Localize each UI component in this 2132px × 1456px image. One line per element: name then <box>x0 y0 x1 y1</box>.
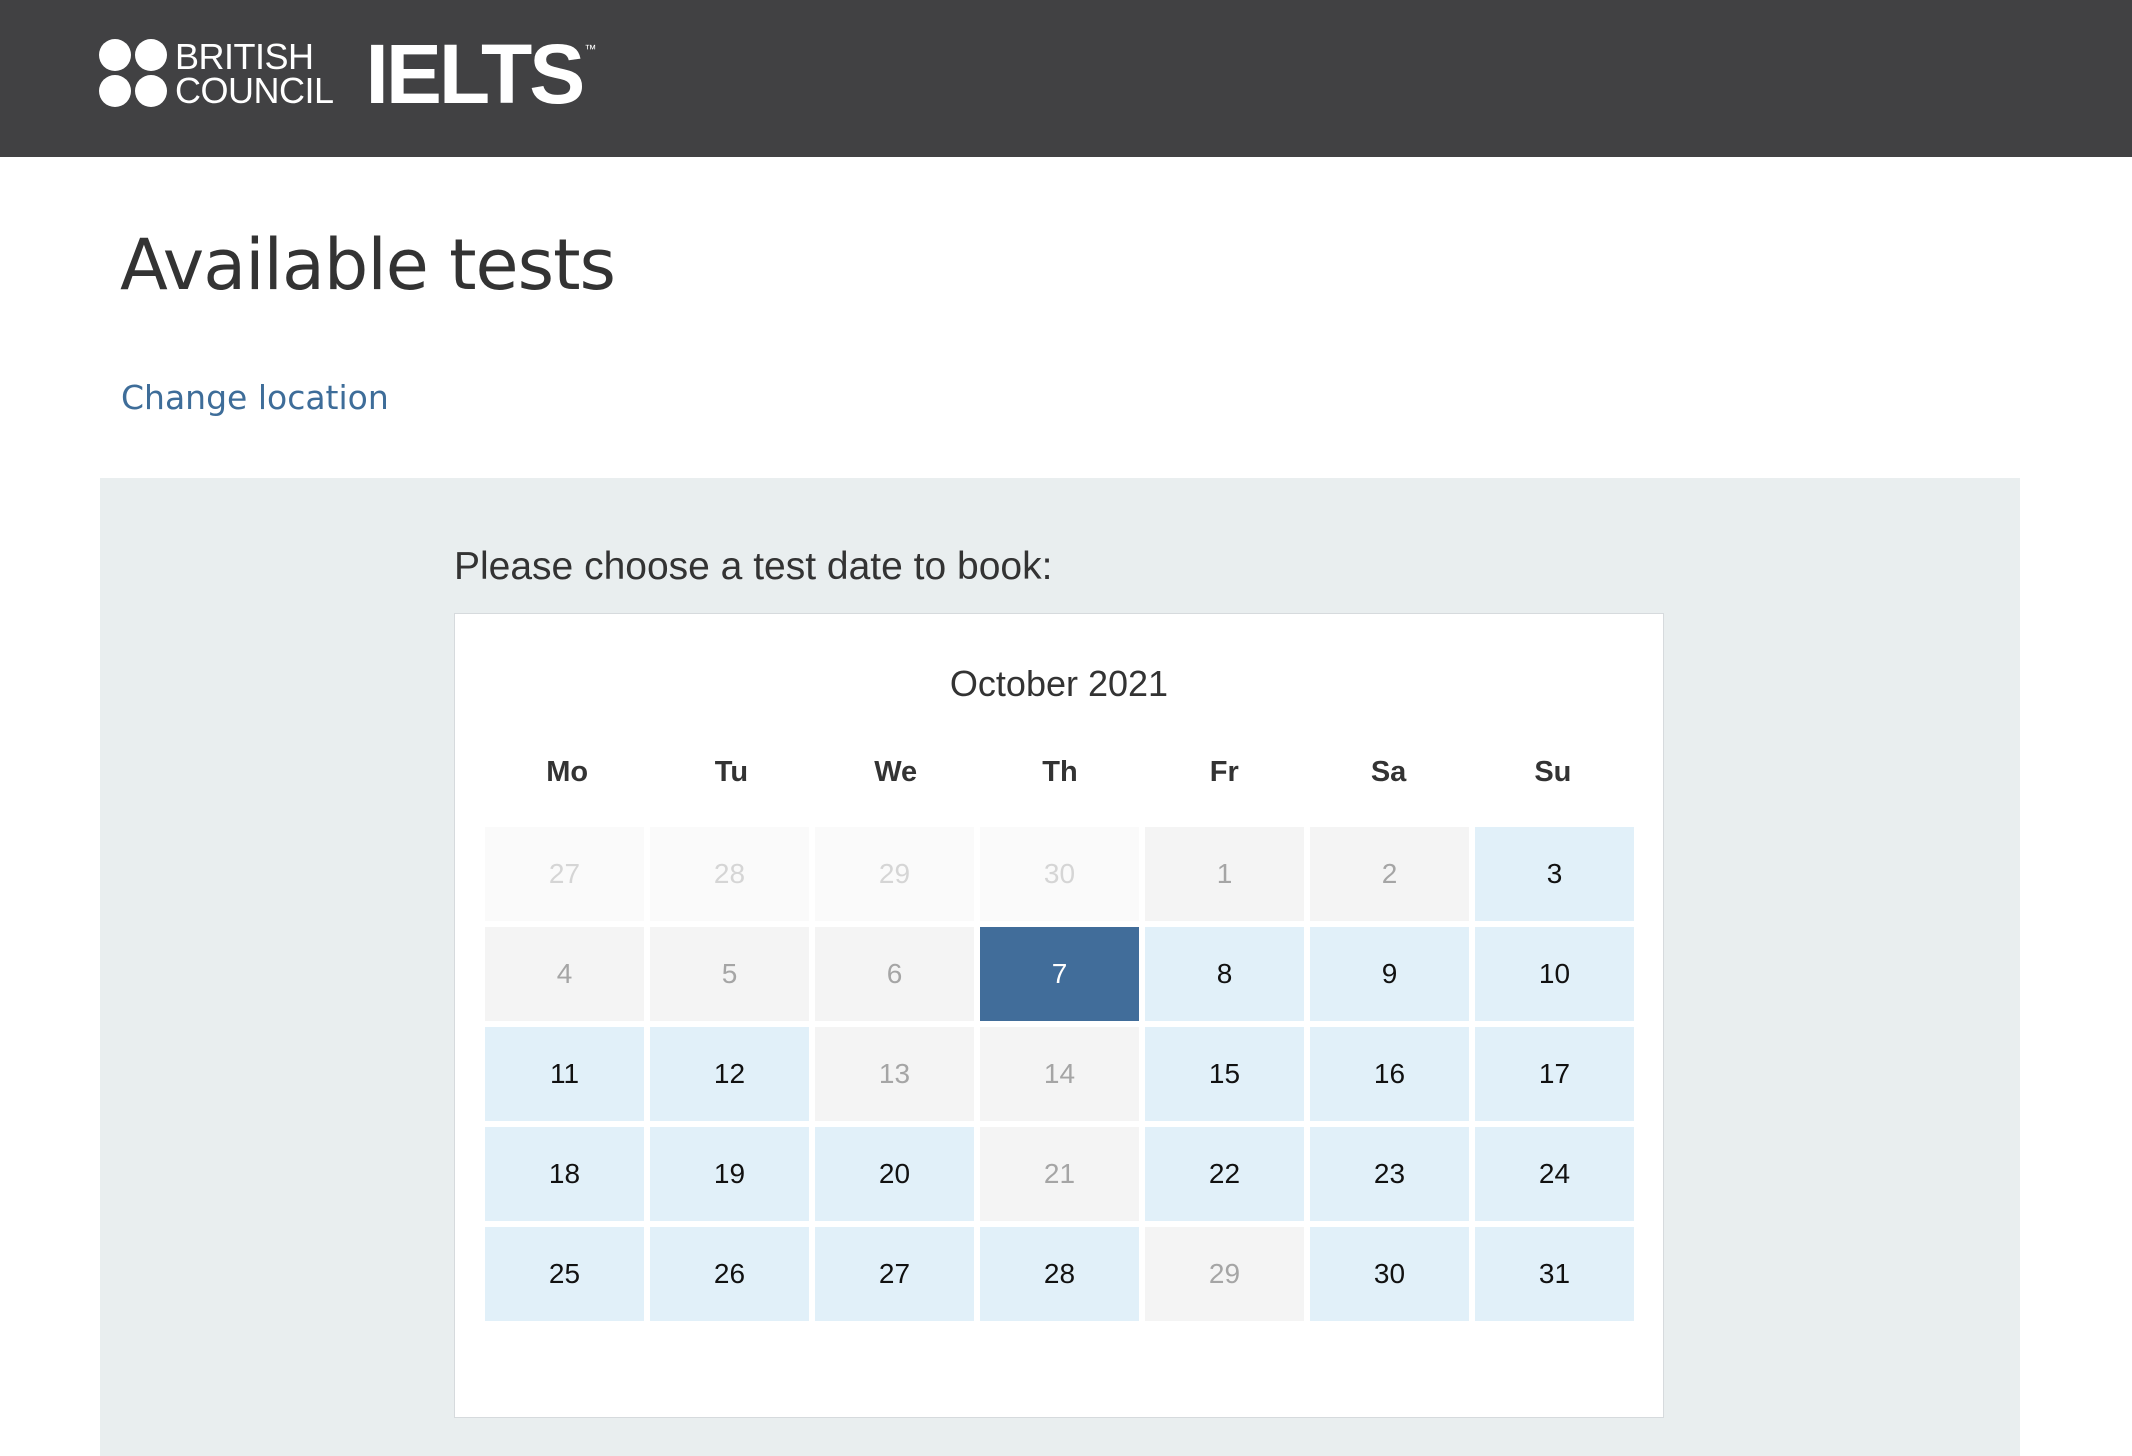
weekday-header-row: Mo Tu We Th Fr Sa Su <box>485 754 1635 790</box>
calendar-day-grid: 27 28 29 30 1 2 3 4 5 6 7 8 9 10 11 12 13 14 15 16 17 18 19 20 2… <box>485 827 1636 1321</box>
trademark-symbol: ™ <box>584 42 597 56</box>
calendar-day-available[interactable]: 15 <box>1145 1027 1304 1121</box>
calendar-day-unavailable: 14 <box>980 1027 1139 1121</box>
calendar-day-other: 28 <box>650 827 809 921</box>
calendar-day-available[interactable]: 8 <box>1145 927 1304 1021</box>
brand-line-1: BRITISH <box>175 36 314 77</box>
calendar-day-unavailable: 2 <box>1310 827 1469 921</box>
brand-line-2: COUNCIL <box>175 70 334 111</box>
calendar-day-available[interactable]: 9 <box>1310 927 1469 1021</box>
calendar-day-available[interactable]: 3 <box>1475 827 1634 921</box>
calendar-month-label: October 2021 <box>949 663 1169 704</box>
calendar-day-unavailable: 29 <box>1145 1227 1304 1321</box>
calendar-day-other: 30 <box>980 827 1139 921</box>
calendar-day-available[interactable]: 28 <box>980 1227 1139 1321</box>
calendar-day-available[interactable]: 30 <box>1310 1227 1469 1321</box>
site-header: BRITISH COUNCIL IELTS ™ <box>0 0 2132 157</box>
calendar-day-other: 29 <box>815 827 974 921</box>
calendar-day-available[interactable]: 10 <box>1475 927 1634 1021</box>
ielts-wordmark: IELTS ™ <box>366 32 597 116</box>
calendar-day-unavailable: 5 <box>650 927 809 1021</box>
calendar-day-available[interactable]: 22 <box>1145 1127 1304 1221</box>
british-council-ielts-logo[interactable]: BRITISH COUNCIL IELTS ™ <box>99 32 597 116</box>
date-picker-calendar: October 2021 Mo Tu We Th Fr Sa Su 27 28 29… <box>454 613 1664 1418</box>
calendar-day-available[interactable]: 25 <box>485 1227 644 1321</box>
weekday-label: Su <box>1534 756 1572 788</box>
calendar-day-selected[interactable]: 7 <box>980 927 1139 1021</box>
calendar-day-available[interactable]: 26 <box>650 1227 809 1321</box>
weekday-label: Tu <box>714 756 749 788</box>
calendar-day-available[interactable]: 19 <box>650 1127 809 1221</box>
weekday-label: Fr <box>1209 756 1239 788</box>
test-date-panel: Please choose a test date to book: Octob… <box>100 478 2020 1456</box>
calendar-day-available[interactable]: 11 <box>485 1027 644 1121</box>
calendar-day-available[interactable]: 20 <box>815 1127 974 1221</box>
choose-date-prompt: Please choose a test date to book: <box>454 545 1053 588</box>
weekday-label: Sa <box>1370 756 1407 788</box>
calendar-day-available[interactable]: 18 <box>485 1127 644 1221</box>
page-title: Available tests <box>120 224 616 306</box>
calendar-day-available[interactable]: 17 <box>1475 1027 1634 1121</box>
calendar-day-available[interactable]: 12 <box>650 1027 809 1121</box>
calendar-day-other: 27 <box>485 827 644 921</box>
calendar-day-unavailable: 21 <box>980 1127 1139 1221</box>
calendar-day-unavailable: 1 <box>1145 827 1304 921</box>
calendar-day-available[interactable]: 16 <box>1310 1027 1469 1121</box>
calendar-day-unavailable: 4 <box>485 927 644 1021</box>
calendar-day-available[interactable]: 23 <box>1310 1127 1469 1221</box>
calendar-day-unavailable: 6 <box>815 927 974 1021</box>
calendar-day-available[interactable]: 31 <box>1475 1227 1634 1321</box>
calendar-day-available[interactable]: 27 <box>815 1227 974 1321</box>
change-location-link[interactable]: Change location <box>121 376 389 420</box>
british-council-wordmark: BRITISH COUNCIL <box>175 36 334 111</box>
calendar-day-unavailable: 13 <box>815 1027 974 1121</box>
weekday-label: Th <box>1042 756 1078 788</box>
calendar-day-available[interactable]: 24 <box>1475 1127 1634 1221</box>
weekday-label: We <box>874 756 918 788</box>
british-council-dots-icon <box>99 39 169 109</box>
weekday-label: Mo <box>546 756 589 788</box>
ielts-text: IELTS <box>365 27 586 121</box>
